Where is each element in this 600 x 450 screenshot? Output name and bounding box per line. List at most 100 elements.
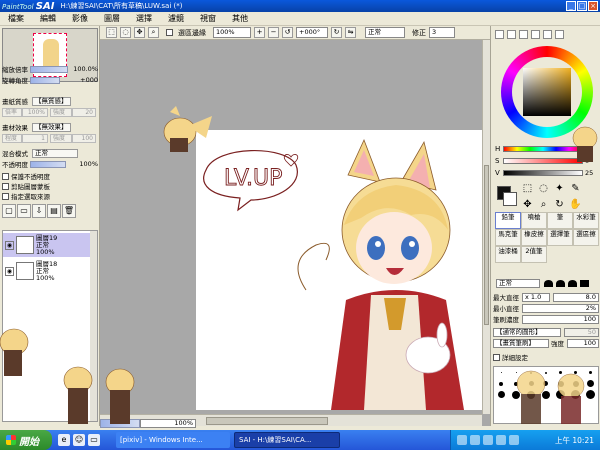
detail-settings-row[interactable]: 詳細設定 <box>493 352 599 362</box>
new-layer-icon[interactable]: ▢ <box>2 204 16 218</box>
select-edges-checkbox[interactable] <box>166 29 173 36</box>
stabilizer-select[interactable]: 3 <box>429 27 455 38</box>
layer-item[interactable]: ◉ 圖層19 正常 100% <box>3 233 91 257</box>
vertical-scroll-thumb[interactable] <box>484 165 489 325</box>
detail-settings-checkbox[interactable] <box>493 353 500 361</box>
zoom-icon[interactable]: ⌕ <box>537 198 550 211</box>
tool-airbrush[interactable]: 噴槍 <box>521 212 547 229</box>
canvas-blend-select[interactable]: 正常 <box>365 27 405 38</box>
horizontal-scroll-thumb[interactable] <box>206 417 328 425</box>
tool-binary-pen[interactable]: 2值筆 <box>521 246 547 263</box>
tip-flat-icon[interactable] <box>568 279 577 287</box>
max-size-multiplier[interactable]: x 1.0 <box>522 292 550 302</box>
hand-icon[interactable]: ✋ <box>569 198 582 211</box>
blend-select[interactable]: 正常 <box>32 148 78 158</box>
swatches-mode-icon[interactable] <box>555 30 564 39</box>
new-folder-icon[interactable]: ▭ <box>17 204 31 218</box>
rotate-slider[interactable] <box>30 76 60 84</box>
paper-texture-select[interactable]: 【無質感】 <box>32 96 71 106</box>
rect-select-icon[interactable]: ⬚ <box>521 182 534 195</box>
mixer-mode-icon[interactable] <box>543 30 552 39</box>
move-icon[interactable]: ✥ <box>521 198 534 211</box>
brush-mode-select[interactable]: 正常 <box>496 278 540 288</box>
desktop-icon[interactable]: ▭ <box>88 434 100 446</box>
magic-wand-icon[interactable]: ✦ <box>553 182 566 195</box>
value-slider[interactable] <box>503 169 583 176</box>
tool-select-pen[interactable]: 選擇筆 <box>547 229 573 246</box>
brush-texture-strength[interactable]: 100 <box>567 338 599 348</box>
saturation-value-square[interactable] <box>523 68 571 116</box>
tool-marker[interactable]: 馬克筆 <box>495 229 521 246</box>
rgb-mode-icon[interactable] <box>507 30 516 39</box>
clipping-row[interactable]: 剪貼圖層蒙板 <box>2 181 98 191</box>
menu-file[interactable]: 檔案 <box>0 13 32 24</box>
menu-edit[interactable]: 編輯 <box>32 13 64 24</box>
tool-eraser[interactable]: 橡皮擦 <box>521 229 547 246</box>
taskbar-item-sai[interactable]: SAI - H:\練習SAI\CA... <box>234 432 340 448</box>
merge-down-icon[interactable]: ⇩ <box>32 204 46 218</box>
start-button[interactable]: 開始 <box>0 430 52 450</box>
tray-icon[interactable] <box>470 435 480 445</box>
canvas-zoom-field[interactable]: 100% <box>140 419 196 428</box>
selection-source-checkbox[interactable] <box>2 192 9 200</box>
brush-shape-select[interactable]: 【通常的圓形】 <box>493 327 561 337</box>
zoom-in-icon[interactable]: + <box>254 27 265 38</box>
zoom-tool-icon[interactable]: ⌕ <box>148 27 159 38</box>
selection-source-row[interactable]: 指定選取來源 <box>2 191 98 201</box>
clock[interactable]: 上午 10:21 <box>555 435 594 446</box>
clipping-checkbox[interactable] <box>2 182 9 190</box>
effect-strength-value[interactable]: 100 <box>72 133 96 143</box>
zoom-out-icon[interactable]: − <box>268 27 279 38</box>
tool-watercolor[interactable]: 水彩筆 <box>573 212 599 229</box>
protect-opacity-row[interactable]: 保護不透明度 <box>2 171 98 181</box>
tip-round-icon[interactable] <box>544 279 553 287</box>
drawing-paper[interactable]: LV.UP <box>196 130 482 410</box>
taskbar-item-pixiv[interactable]: [pixiv] - Windows Inte... <box>116 432 230 448</box>
tray-icon[interactable] <box>457 435 467 445</box>
scale-value[interactable]: 100% <box>22 107 48 117</box>
effect-select[interactable]: 【無效果】 <box>32 122 71 132</box>
tray-icon[interactable] <box>483 435 493 445</box>
lasso-icon[interactable]: ◌ <box>537 182 550 195</box>
tool-pencil[interactable]: 鉛筆 <box>495 212 521 229</box>
tray-icon[interactable] <box>509 435 519 445</box>
rotate-cw-icon[interactable]: ↻ <box>331 27 342 38</box>
tool-pen[interactable]: 筆 <box>547 212 573 229</box>
menu-other[interactable]: 其他 <box>224 13 256 24</box>
close-button[interactable]: × <box>588 1 598 11</box>
density-value[interactable]: 100 <box>522 314 599 324</box>
layer-item[interactable]: ◉ 圖層18 正常 100% <box>3 259 91 283</box>
minimize-button[interactable]: _ <box>566 1 576 11</box>
clear-layer-icon[interactable]: ▤ <box>47 204 61 218</box>
flip-icon[interactable]: ⇋ <box>345 27 356 38</box>
move-tool-icon[interactable]: ✥ <box>134 27 145 38</box>
eyedropper-icon[interactable]: ✎ <box>569 182 582 195</box>
messenger-icon[interactable]: ☺ <box>73 434 85 446</box>
visibility-eye-icon[interactable]: ◉ <box>5 240 14 250</box>
delete-layer-icon[interactable]: 🗑 <box>62 204 76 218</box>
rotate-icon[interactable]: ↻ <box>553 198 566 211</box>
brush-texture-select[interactable]: 【畫質筆刷】 <box>493 338 549 348</box>
menu-select[interactable]: 選擇 <box>128 13 160 24</box>
tool-select-eraser[interactable]: 選區擦 <box>573 229 599 246</box>
opacity-slider[interactable] <box>30 160 66 168</box>
maximize-button[interactable]: □ <box>577 1 587 11</box>
palette-mode-icon[interactable] <box>531 30 540 39</box>
max-size-value[interactable]: 8.0 <box>553 292 599 302</box>
zoom-field[interactable]: 100% <box>213 27 251 38</box>
zoom-slider[interactable] <box>30 65 68 73</box>
protect-opacity-checkbox[interactable] <box>2 172 9 180</box>
tool-bucket[interactable]: 油漆桶 <box>495 246 521 263</box>
rotate-ccw-icon[interactable]: ↺ <box>282 27 293 38</box>
menu-window[interactable]: 視窗 <box>192 13 224 24</box>
lasso-tool-icon[interactable]: ◌ <box>120 27 131 38</box>
select-tool-icon[interactable]: ⬚ <box>106 27 117 38</box>
tip-square-icon[interactable] <box>580 279 589 287</box>
tray-icon[interactable] <box>496 435 506 445</box>
browser-icon[interactable]: e <box>58 434 70 446</box>
canvas-vertical-scrollbar[interactable] <box>482 40 490 414</box>
menu-image[interactable]: 影像 <box>64 13 96 24</box>
color-wheel-mode-icon[interactable] <box>495 30 504 39</box>
effect-width-value[interactable]: 1 <box>22 133 48 143</box>
tip-soft-icon[interactable] <box>556 279 565 287</box>
